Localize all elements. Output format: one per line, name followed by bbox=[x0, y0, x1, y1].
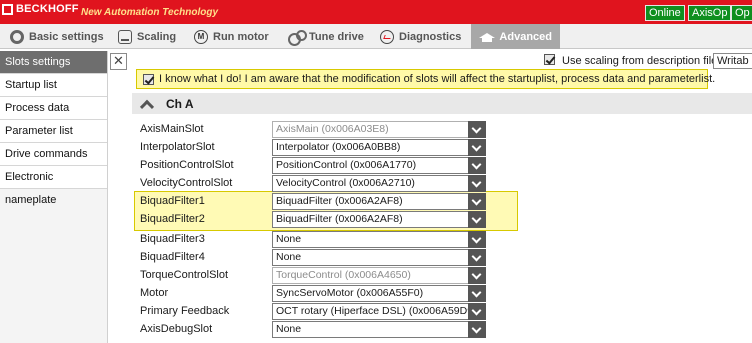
chevron-down-icon[interactable] bbox=[468, 303, 486, 320]
sidebar-item-slots-settings[interactable]: Slots settings bbox=[0, 51, 107, 74]
slot-label: Motor bbox=[140, 287, 169, 299]
slot-row-biquad-filter-3: BiquadFilter3 None bbox=[132, 231, 752, 249]
use-scaling-checkbox[interactable] bbox=[544, 54, 555, 65]
scaling-mode-select[interactable]: Writab bbox=[713, 53, 752, 69]
slot-select: AxisMain (0x006A03E8) bbox=[272, 121, 486, 138]
slot-label: AxisMainSlot bbox=[140, 123, 204, 135]
slot-select[interactable]: None bbox=[272, 249, 486, 266]
brand-logo: BECKHOFF bbox=[2, 3, 79, 15]
slot-label: AxisDebugSlot bbox=[140, 323, 213, 335]
gears-icon bbox=[288, 29, 307, 46]
channel-header[interactable]: Ch A bbox=[132, 93, 752, 114]
slot-label: VelocityControlSlot bbox=[140, 177, 233, 189]
tab-diagnostics[interactable]: Diagnostics bbox=[372, 24, 469, 49]
chevron-down-icon[interactable] bbox=[468, 211, 486, 228]
tab-label: Advanced bbox=[499, 30, 552, 43]
slot-row-axis-main: AxisMainSlot AxisMain (0x006A03E8) bbox=[132, 121, 752, 139]
close-panel-button[interactable]: ✕ bbox=[110, 53, 127, 70]
sidebar-item-process-data[interactable]: Process data bbox=[0, 97, 107, 120]
slot-row-biquad-filter-1: BiquadFilter1 BiquadFilter (0x006A2AF8) bbox=[132, 193, 752, 211]
chevron-down-icon[interactable] bbox=[468, 139, 486, 156]
chevron-down-icon[interactable] bbox=[468, 231, 486, 248]
chevron-down-icon[interactable] bbox=[468, 321, 486, 338]
gear-icon bbox=[10, 29, 24, 44]
tab-label: Scaling bbox=[137, 30, 177, 43]
brand-bar: BECKHOFF New Automation Technology Onlin… bbox=[0, 0, 752, 24]
tab-scaling[interactable]: Scaling bbox=[110, 24, 184, 49]
slot-label: InterpolatorSlot bbox=[140, 141, 215, 153]
tab-run-motor[interactable]: M Run motor bbox=[186, 24, 277, 49]
slot-row-primary-feedback: Primary Feedback OCT rotary (Hiperface D… bbox=[132, 303, 752, 321]
tab-advanced[interactable]: Advanced bbox=[471, 24, 560, 49]
slot-label: TorqueControlSlot bbox=[140, 269, 229, 281]
chevron-down-icon[interactable] bbox=[468, 175, 486, 192]
chevron-down-icon[interactable] bbox=[468, 249, 486, 266]
chevron-down-icon[interactable] bbox=[468, 193, 486, 210]
slot-row-position-control: PositionControlSlot PositionControl (0x0… bbox=[132, 157, 752, 175]
tab-bar: Basic settings Scaling M Run motor Tune … bbox=[0, 24, 752, 49]
tab-tune-drive[interactable]: Tune drive bbox=[280, 24, 372, 49]
status-axisop-button[interactable]: AxisOp bbox=[688, 5, 732, 21]
graduation-cap-icon bbox=[479, 30, 496, 44]
slot-select[interactable]: None bbox=[272, 231, 486, 248]
chevron-down-icon[interactable] bbox=[468, 157, 486, 174]
motor-icon: M bbox=[194, 29, 208, 44]
tab-label: Tune drive bbox=[309, 30, 364, 43]
slot-select[interactable]: PositionControl (0x006A1770) bbox=[272, 157, 486, 174]
slot-row-velocity-control: VelocityControlSlot VelocityControl (0x0… bbox=[132, 175, 752, 193]
slot-label: BiquadFilter1 bbox=[140, 195, 205, 207]
sidebar-item-drive-commands[interactable]: Drive commands bbox=[0, 143, 107, 166]
slot-warning-bar: I know what I do! I am aware that the mo… bbox=[136, 69, 715, 89]
chevron-down-icon bbox=[468, 121, 486, 138]
tab-label: Run motor bbox=[213, 30, 269, 43]
slot-label: BiquadFilter4 bbox=[140, 251, 205, 263]
slot-select[interactable]: SyncServoMotor (0x006A55F0) bbox=[272, 285, 486, 302]
sidebar: Slots settings Startup list Process data… bbox=[0, 51, 108, 343]
tab-basic-settings[interactable]: Basic settings bbox=[2, 24, 112, 49]
slot-row-biquad-filter-2: BiquadFilter2 BiquadFilter (0x006A2AF8) bbox=[132, 211, 752, 229]
slot-label: Primary Feedback bbox=[140, 305, 230, 317]
slot-select[interactable]: Interpolator (0x006A0BB8) bbox=[272, 139, 486, 156]
scaling-icon bbox=[118, 29, 132, 44]
slot-select[interactable]: BiquadFilter (0x006A2AF8) bbox=[272, 193, 486, 210]
tab-label: Diagnostics bbox=[399, 30, 462, 43]
diagnostics-icon bbox=[380, 29, 394, 44]
slot-label: PositionControlSlot bbox=[140, 159, 234, 171]
chevron-down-icon bbox=[468, 267, 486, 284]
slot-row-axis-debug: AxisDebugSlot None bbox=[132, 321, 752, 339]
chevron-down-icon[interactable] bbox=[468, 285, 486, 302]
slot-select[interactable]: OCT rotary (Hiperface DSL) (0x006A59D9) bbox=[272, 303, 486, 320]
sidebar-item-startup-list[interactable]: Startup list bbox=[0, 74, 107, 97]
sidebar-item-electronic-nameplate[interactable]: Electronic nameplate bbox=[0, 166, 107, 206]
chevron-up-icon bbox=[139, 99, 155, 114]
slot-select[interactable]: BiquadFilter (0x006A2AF8) bbox=[272, 211, 486, 228]
channel-title: Ch A bbox=[166, 96, 194, 111]
brand-name: BECKHOFF bbox=[16, 3, 79, 15]
status-online-button[interactable]: Online bbox=[645, 5, 685, 21]
slot-row-motor: Motor SyncServoMotor (0x006A55F0) bbox=[132, 285, 752, 303]
warning-text: I know what I do! I am aware that the mo… bbox=[159, 73, 716, 85]
tab-label: Basic settings bbox=[29, 30, 104, 43]
beckhoff-logo-icon bbox=[2, 3, 13, 15]
slot-select: TorqueControl (0x006A4650) bbox=[272, 267, 486, 284]
slot-row-interpolator: InterpolatorSlot Interpolator (0x006A0BB… bbox=[132, 139, 752, 157]
use-scaling-label: Use scaling from description file bbox=[562, 55, 718, 67]
i-know-what-i-do-checkbox[interactable] bbox=[143, 74, 154, 85]
slot-select[interactable]: None bbox=[272, 321, 486, 338]
sidebar-item-parameter-list[interactable]: Parameter list bbox=[0, 120, 107, 143]
brand-subtitle: New Automation Technology bbox=[81, 7, 219, 18]
slot-row-biquad-filter-4: BiquadFilter4 None bbox=[132, 249, 752, 267]
close-icon: ✕ bbox=[113, 53, 124, 68]
status-op-button[interactable]: Op bbox=[731, 5, 752, 21]
slot-label: BiquadFilter2 bbox=[140, 213, 205, 225]
slot-label: BiquadFilter3 bbox=[140, 233, 205, 245]
slot-select[interactable]: VelocityControl (0x006A2710) bbox=[272, 175, 486, 192]
slot-row-torque-control: TorqueControlSlot TorqueControl (0x006A4… bbox=[132, 267, 752, 285]
